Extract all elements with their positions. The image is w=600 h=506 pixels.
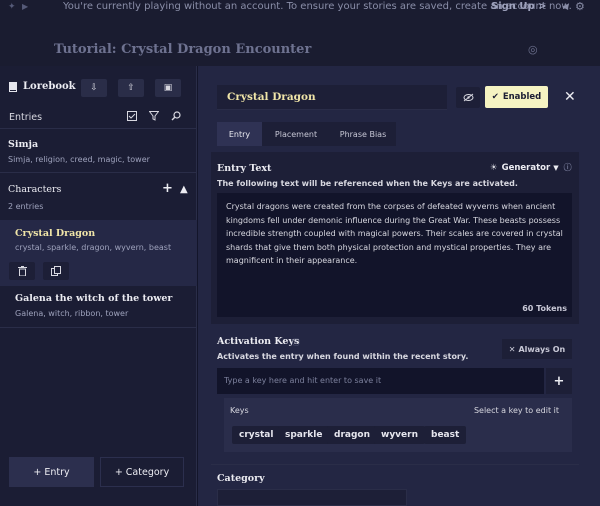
enabled-button[interactable]: ✔ Enabled — [485, 86, 548, 108]
generator-dropdown[interactable]: ☀ Generator ▼ ⓘ — [490, 162, 572, 173]
chevron-down-icon: ▼ — [553, 163, 559, 172]
gear-icon[interactable]: ⚙ — [575, 0, 585, 13]
duplicate-button[interactable] — [43, 262, 69, 280]
collapse-left-icon[interactable]: ◀ — [562, 2, 568, 11]
story-title: Tutorial: Crystal Dragon Encounter — [54, 42, 312, 57]
category-characters[interactable]: Characters 2 entries + ▲ — [0, 178, 197, 218]
export-icon: ⇧ — [127, 83, 135, 93]
divider — [0, 172, 197, 173]
list-item-galena[interactable]: Galena the witch of the tower Galena, wi… — [0, 288, 197, 324]
key-chip[interactable]: sparkle — [278, 426, 330, 444]
entry-title-value: Crystal Dragon — [227, 91, 316, 103]
signup-link[interactable]: Sign Up > — [491, 1, 547, 12]
entry-text-area[interactable]: Crystal dragons were created from the co… — [217, 193, 572, 317]
x-icon: ✕ — [508, 344, 516, 354]
close-icon[interactable]: ✕ — [564, 89, 576, 105]
category-label: Category — [217, 473, 265, 484]
lightbulb-icon: ☀ — [490, 162, 498, 173]
help-icon[interactable]: ⓘ — [292, 337, 300, 348]
keys-label: Keys — [230, 406, 249, 415]
entry-name: Galena the witch of the tower — [15, 293, 173, 304]
divider — [0, 128, 197, 129]
key-chip[interactable]: beast — [424, 426, 467, 444]
import-icon: ⇩ — [90, 83, 98, 93]
key-chip[interactable]: wyvern — [374, 426, 425, 444]
copy-icon — [51, 266, 61, 276]
add-entry-icon[interactable]: + — [162, 181, 173, 196]
add-key-button[interactable]: + — [546, 368, 572, 394]
expand-right-icon[interactable]: ▶ — [22, 2, 28, 11]
lorebook-sidebar — [0, 66, 197, 506]
globe-icon[interactable]: ◎ — [528, 43, 538, 56]
trash-icon — [17, 266, 27, 276]
key-input[interactable]: Type a key here and hit enter to save it — [217, 368, 544, 394]
eye-off-icon — [463, 93, 474, 102]
tab-phrase-bias[interactable]: Phrase Bias — [330, 122, 396, 146]
activation-keys-label: Activation Keys — [217, 336, 300, 347]
list-item-crystal-dragon[interactable]: Crystal Dragon crystal, sparkle, dragon,… — [0, 220, 197, 286]
export-button[interactable]: ⇧ — [118, 79, 144, 97]
entries-label: Entries — [9, 112, 43, 123]
checkbox-icon[interactable] — [127, 111, 137, 121]
lorebook-title: Lorebook — [23, 81, 76, 92]
entry-keys: crystal, sparkle, dragon, wyvern, beast — [15, 243, 172, 252]
lorebook-settings-button[interactable]: ▣ — [155, 79, 181, 97]
key-input-placeholder: Type a key here and hit enter to save it — [224, 376, 382, 385]
enabled-label: Enabled — [502, 92, 542, 102]
add-entry-button[interactable]: + Entry — [9, 457, 94, 487]
tab-placement[interactable]: Placement — [262, 122, 330, 146]
token-count: 60 Tokens — [522, 304, 567, 313]
generator-label: Generator — [501, 162, 551, 173]
delete-button[interactable] — [9, 262, 35, 280]
key-chip[interactable]: crystal — [232, 426, 281, 444]
book-icon — [9, 82, 17, 92]
logo-icon: ✦ — [8, 2, 16, 12]
category-count: 2 entries — [8, 202, 44, 211]
chevron-up-icon[interactable]: ▲ — [180, 184, 188, 195]
entry-text-hint: The following text will be referenced wh… — [217, 179, 518, 188]
checkmark-icon: ✔ — [491, 92, 499, 102]
entry-text-content: Crystal dragons were created from the co… — [226, 202, 563, 265]
entry-title-input[interactable]: Crystal Dragon — [217, 85, 447, 110]
always-on-label: Always On — [518, 344, 566, 354]
help-icon[interactable]: ⓘ — [564, 162, 572, 173]
entry-name: Simja — [8, 139, 39, 150]
divider — [211, 464, 579, 465]
filter-icon[interactable] — [149, 111, 159, 121]
entry-text-label: Entry Text — [217, 163, 272, 174]
category-select[interactable] — [217, 489, 407, 506]
entry-name: Crystal Dragon — [15, 228, 96, 239]
visibility-toggle[interactable] — [456, 87, 480, 108]
top-notice-bar: ✦ ▶ You're currently playing without an … — [0, 0, 600, 14]
import-button[interactable]: ⇩ — [81, 79, 107, 97]
key-chip[interactable]: dragon — [327, 426, 377, 444]
category-label: Characters — [8, 184, 62, 195]
tab-entry[interactable]: Entry — [217, 122, 262, 146]
always-on-toggle[interactable]: ✕ Always On — [502, 339, 572, 359]
entry-keys: Simja, religion, creed, magic, tower — [8, 155, 150, 164]
add-category-button[interactable]: + Category — [100, 457, 184, 487]
divider — [0, 327, 197, 328]
keys-hint: Select a key to edit it — [473, 406, 559, 415]
activation-keys-hint: Activates the entry when found within th… — [217, 352, 469, 361]
story-header: Tutorial: Crystal Dragon Encounter ◎ — [0, 14, 600, 66]
search-icon[interactable] — [171, 111, 181, 121]
image-icon: ▣ — [163, 83, 173, 93]
entry-keys: Galena, witch, ribbon, tower — [15, 309, 129, 318]
list-item-simja[interactable]: Simja Simja, religion, creed, magic, tow… — [0, 135, 197, 171]
